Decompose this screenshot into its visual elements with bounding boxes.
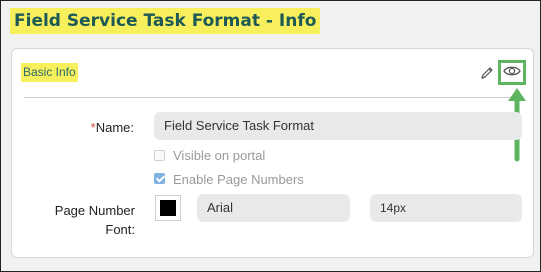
card-title: Basic Info — [21, 63, 78, 82]
page-number-font-label-line2: Font: — [105, 222, 135, 237]
page-number-font-label: Page Number Font: — [42, 201, 135, 239]
page-title: Field Service Task Format - Info — [10, 8, 321, 34]
header-divider — [24, 97, 524, 98]
enable-page-numbers-checkbox[interactable] — [154, 173, 165, 184]
name-label-text: Name: — [95, 120, 134, 135]
font-color-fill — [160, 200, 176, 216]
screenshot-frame: Field Service Task Format - Info Basic I… — [0, 0, 541, 272]
enable-page-numbers-label: Enable Page Numbers — [173, 172, 304, 187]
name-input[interactable]: Field Service Task Format — [154, 112, 522, 140]
page-number-font-label-line1: Page Number — [54, 203, 135, 218]
basic-info-card: Basic Info *Name: Field Service Task For… — [11, 48, 534, 258]
eye-icon — [503, 64, 521, 82]
visible-on-portal-checkbox[interactable] — [154, 150, 165, 161]
name-label: *Name: — [72, 120, 134, 135]
font-family-select[interactable]: Arial — [197, 194, 350, 222]
font-size-select[interactable]: 14px — [370, 194, 522, 222]
font-color-swatch[interactable] — [155, 195, 181, 221]
pencil-icon[interactable] — [479, 65, 495, 81]
view-button[interactable] — [498, 60, 526, 85]
visible-on-portal-label: Visible on portal — [173, 148, 266, 163]
